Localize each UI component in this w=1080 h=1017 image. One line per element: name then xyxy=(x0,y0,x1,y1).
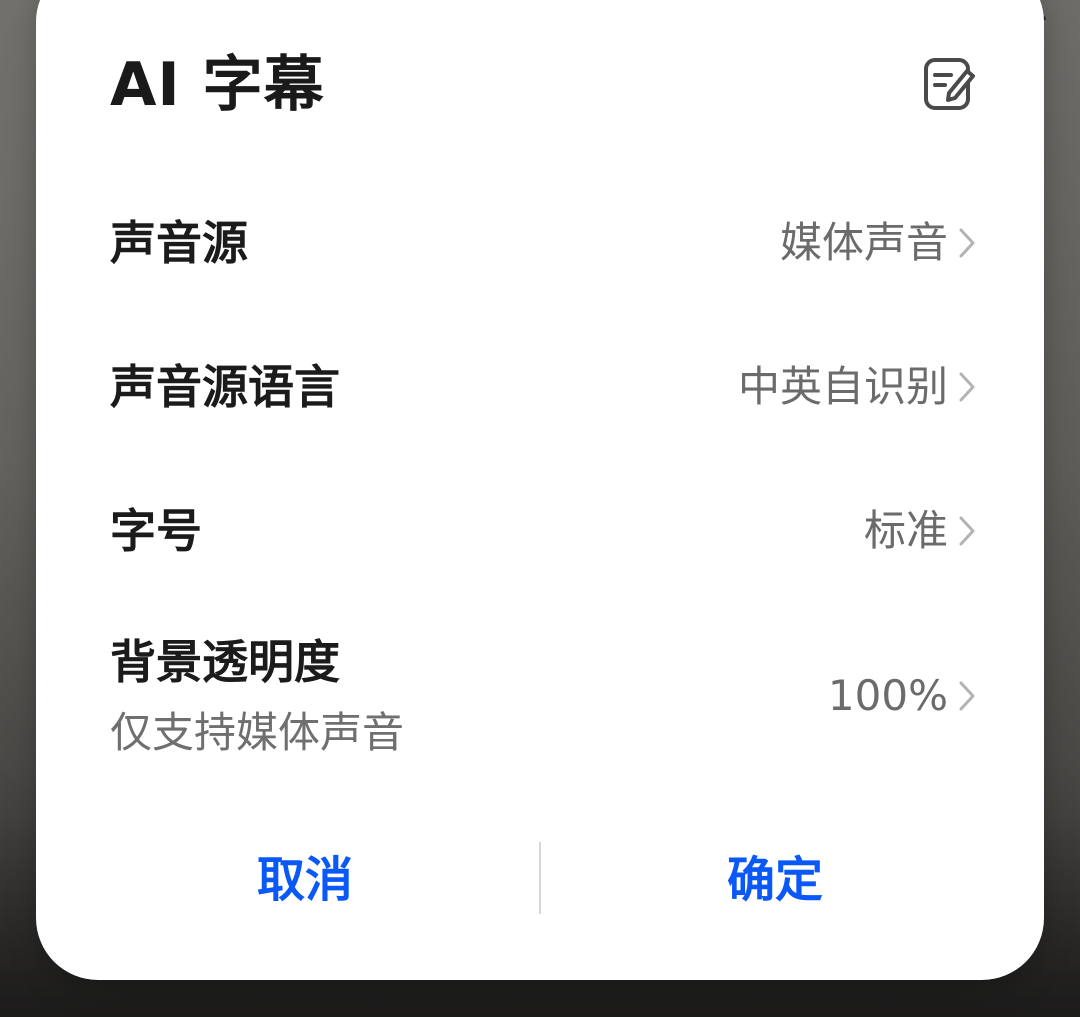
setting-label-sound-source: 声音源 xyxy=(110,216,248,270)
chevron-right-icon xyxy=(959,516,975,546)
setting-row-source-language[interactable]: 声音源语言 中英自识别 xyxy=(110,352,975,422)
setting-row-background-opacity[interactable]: 背景透明度 仅支持媒体声音 100% xyxy=(110,626,975,766)
setting-value-font-size: 标准 xyxy=(863,506,948,555)
setting-value-background-opacity: 100% xyxy=(827,671,948,720)
setting-value-source-language: 中英自识别 xyxy=(737,362,948,411)
confirm-button[interactable]: 确定 xyxy=(540,830,1010,920)
setting-row-font-size[interactable]: 字号 标准 xyxy=(110,496,975,566)
setting-label-source-language: 声音源语言 xyxy=(110,360,340,414)
chevron-right-icon xyxy=(959,372,975,402)
setting-label-font-size: 字号 xyxy=(110,504,202,558)
cancel-button[interactable]: 取消 xyxy=(70,830,540,920)
setting-sublabel-background-opacity: 仅支持媒体声音 xyxy=(110,708,405,757)
chevron-right-icon xyxy=(959,228,975,258)
dialog-footer: 取消 确定 xyxy=(36,830,1044,920)
edit-icon xyxy=(924,58,975,110)
setting-value-sound-source: 媒体声音 xyxy=(779,218,948,267)
ai-subtitle-dialog: AI 字幕 声音源 媒体声音 声音源语言 中英自识别 字号 标准 背景透明度 仅… xyxy=(36,0,1044,980)
setting-row-sound-source[interactable]: 声音源 媒体声音 xyxy=(110,208,975,278)
edit-button[interactable] xyxy=(914,50,984,120)
chevron-right-icon xyxy=(959,681,975,711)
setting-label-background-opacity: 背景透明度 xyxy=(110,635,340,689)
dialog-title: AI 字幕 xyxy=(110,50,325,120)
dialog-header: AI 字幕 xyxy=(110,42,975,132)
